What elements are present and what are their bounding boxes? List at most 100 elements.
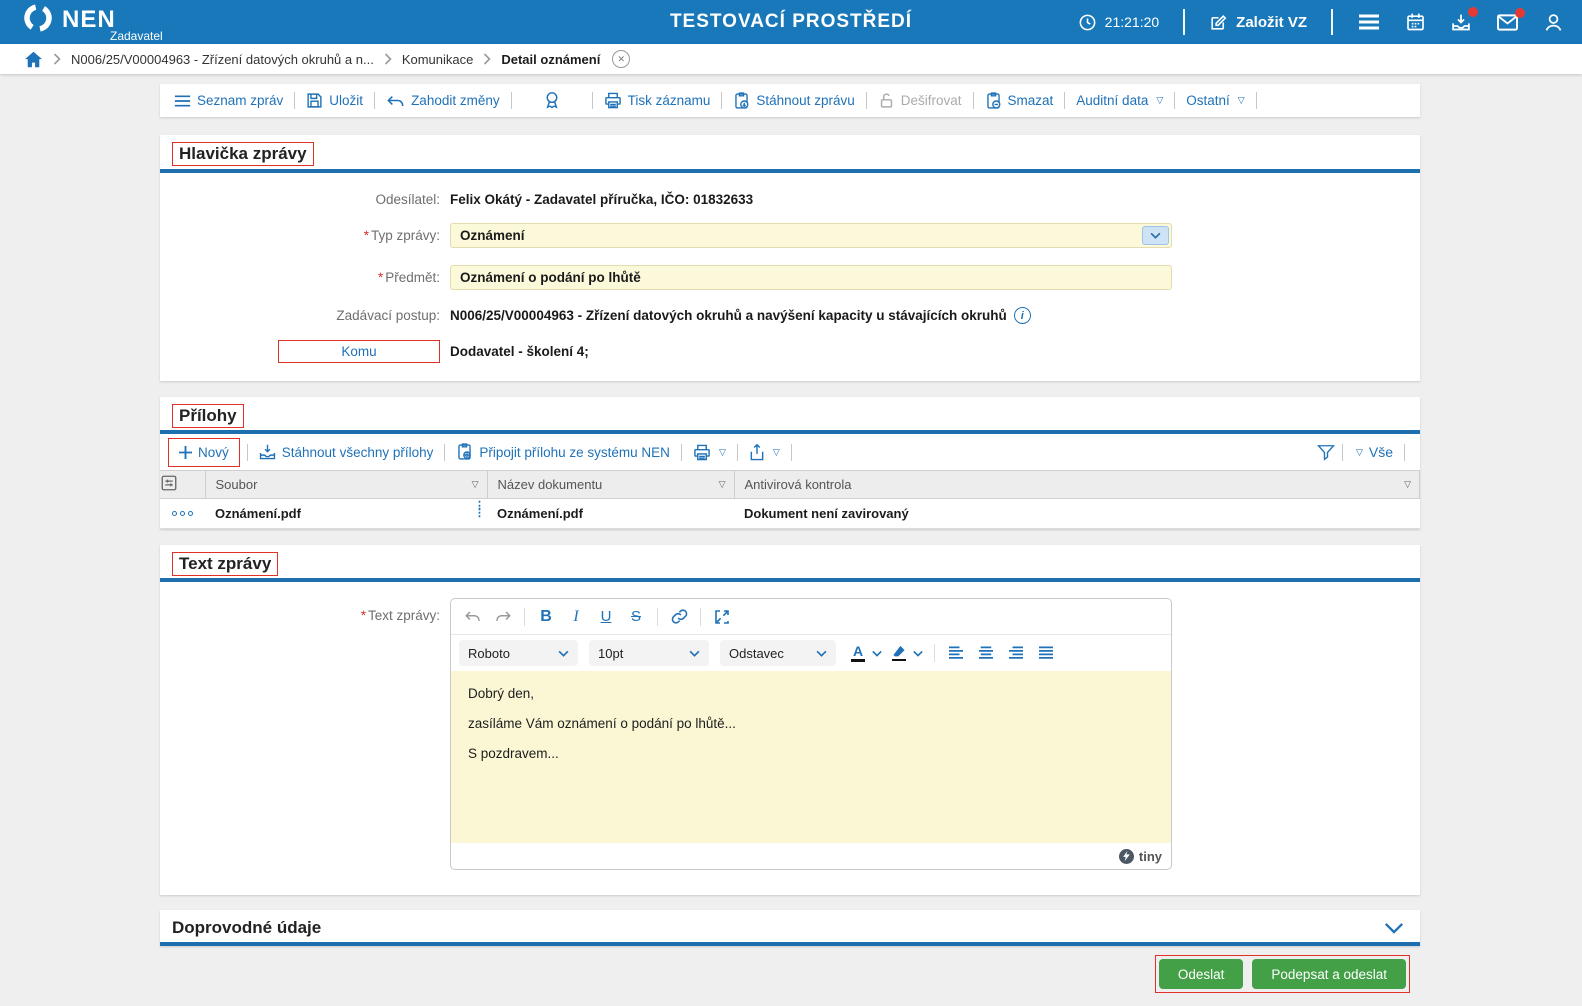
text-color-dropdown[interactable]	[872, 650, 882, 657]
fullscreen-button[interactable]	[708, 603, 736, 631]
sign-and-send-button[interactable]: Podepsat a odeslat	[1252, 959, 1406, 989]
column-filter-icon[interactable]: ▽	[1404, 479, 1411, 490]
toolbar-separator	[294, 92, 296, 109]
editor-separator	[524, 607, 525, 626]
column-filter-icon[interactable]: ▽	[719, 479, 726, 490]
subject-value: Oznámení o podání po lhůtě	[460, 270, 641, 285]
printer-icon	[604, 92, 622, 109]
chevron-down-icon[interactable]	[1384, 922, 1404, 935]
discard-changes-button[interactable]: Zahodit změny	[382, 93, 504, 108]
info-icon[interactable]: i	[1013, 307, 1031, 324]
inbox-button[interactable]	[1450, 6, 1478, 33]
breadcrumb-item-procedure[interactable]: N006/25/V00004963 - Zřízení datových okr…	[71, 52, 374, 67]
column-resize-handle[interactable]: ⋮ ⋮	[474, 501, 485, 519]
nen-logo[interactable]: NEN Zadavatel	[22, 2, 163, 42]
download-icon	[259, 444, 276, 460]
create-vz-button[interactable]: Založit VZ	[1209, 13, 1307, 32]
close-tab-icon[interactable]: ✕	[612, 50, 631, 68]
section-rule	[160, 942, 1420, 946]
export-attachments-button[interactable]: ▽	[745, 443, 784, 461]
dropdown-icon: ▽	[1237, 95, 1245, 105]
chevron-right-icon	[384, 53, 392, 65]
other-menu[interactable]: Ostatní ▽	[1182, 93, 1248, 108]
user-profile-button[interactable]	[1543, 12, 1564, 33]
section-title-text-zpravy: Text zprávy	[172, 552, 279, 576]
highlight-color-bar	[892, 658, 906, 662]
link-button[interactable]	[665, 603, 693, 631]
font-size-select[interactable]: 10pt	[589, 640, 709, 666]
bold-button[interactable]: B	[532, 603, 560, 631]
font-family-select[interactable]: Roboto	[459, 640, 578, 666]
save-button[interactable]: Uložit	[302, 92, 367, 109]
record-toolbar: Seznam zpráv Uložit Zahodit změny Tisk z…	[160, 84, 1420, 117]
document-delete-icon	[985, 91, 1002, 110]
column-header-soubor[interactable]: Soubor ▽	[205, 470, 488, 499]
delete-button[interactable]: Smazat	[981, 91, 1058, 110]
align-right-button[interactable]	[1002, 639, 1030, 667]
underline-button[interactable]: U	[592, 603, 620, 631]
award-ribbon-icon	[543, 91, 561, 110]
breadcrumb-item-komunikace[interactable]: Komunikace	[402, 52, 474, 67]
calendar-button[interactable]	[1405, 12, 1426, 32]
audit-data-menu[interactable]: Auditní data ▽	[1072, 93, 1167, 108]
editor-separator	[934, 644, 935, 662]
column-header-antivir[interactable]: Antivirová kontrola ▽	[734, 470, 1420, 499]
text-color-button[interactable]: A	[847, 640, 869, 666]
download-message-button[interactable]: Stáhnout zprávu	[729, 91, 858, 110]
top-header-bar: NEN Zadavatel TESTOVACÍ PROSTŘEDÍ 21:21:…	[0, 0, 1582, 44]
table-row[interactable]: Oznámení.pdf ⋮ ⋮ Oznámení.pdf Dokument ne…	[160, 498, 1420, 529]
redo-button[interactable]	[489, 603, 517, 631]
filter-icon[interactable]	[1316, 444, 1335, 461]
column-header-nazev[interactable]: Název dokumentu ▽	[487, 470, 735, 499]
filter-all-button[interactable]: ▽ Vše	[1350, 444, 1397, 460]
toolbar-separator	[510, 92, 512, 109]
dropdown-icon: ▽	[1156, 95, 1164, 105]
toolbar-separator	[374, 92, 376, 109]
message-text-section: Text zprávy * Text zprávy: B I U S Robot…	[160, 545, 1420, 895]
block-format-select[interactable]: Odstavec	[720, 640, 836, 666]
align-justify-button[interactable]	[1032, 639, 1060, 667]
subject-input[interactable]: Oznámení o podání po lhůtě	[450, 265, 1172, 290]
column-chooser-header[interactable]	[160, 470, 206, 499]
strikethrough-button[interactable]: S	[622, 603, 650, 631]
highlight-color-dropdown[interactable]	[913, 650, 923, 657]
home-icon[interactable]	[24, 51, 43, 68]
message-type-combobox[interactable]: Oznámení	[450, 223, 1172, 248]
print-attachments-button[interactable]: ▽	[689, 444, 730, 461]
message-text-label: * Text zprávy:	[360, 608, 440, 623]
undo-button[interactable]	[459, 603, 487, 631]
editor-paragraph: Dobrý den,	[468, 686, 535, 701]
to-link[interactable]: Komu	[278, 340, 440, 363]
save-icon	[306, 92, 323, 109]
combobox-dropdown-button[interactable]	[1142, 226, 1169, 245]
section-title-prilohy: Přílohy	[172, 404, 244, 428]
attach-from-nen-button[interactable]: Připojit přílohu ze systému NEN	[452, 443, 674, 461]
print-record-button[interactable]: Tisk záznamu	[600, 92, 715, 109]
highlight-color-button[interactable]	[888, 640, 910, 666]
subject-label: * Předmět:	[377, 270, 440, 285]
messages-button[interactable]	[1496, 7, 1525, 32]
sender-value: Felix Okátý - Zadavatel příručka, IČO: 0…	[450, 192, 754, 207]
toolbar-separator	[1341, 443, 1343, 461]
align-center-button[interactable]	[972, 639, 1000, 667]
undo-icon	[386, 93, 405, 108]
section-title-hlavicka: Hlavička zprávy	[172, 142, 314, 166]
download-all-attachments-button[interactable]: Stáhnout všechny přílohy	[255, 444, 438, 460]
message-list-button[interactable]: Seznam zpráv	[170, 93, 287, 108]
list-icon	[174, 94, 191, 108]
plus-icon	[179, 445, 192, 459]
editor-footer: tiny	[451, 843, 1171, 869]
breadcrumb: N006/25/V00004963 - Zřízení datových okr…	[0, 44, 1582, 74]
text-color-bar	[851, 659, 865, 662]
main-menu-button[interactable]	[1357, 13, 1381, 31]
column-filter-icon[interactable]: ▽	[472, 479, 479, 490]
editor-toolbar-row1: B I U S	[451, 599, 1171, 635]
new-attachment-button[interactable]: Nový	[168, 437, 240, 467]
italic-button[interactable]: I	[562, 603, 590, 631]
editor-content-area[interactable]: Dobrý den, zasíláme Vám oznámení o podán…	[451, 671, 1171, 843]
send-button[interactable]: Odeslat	[1158, 959, 1244, 989]
certificate-button[interactable]	[519, 91, 585, 110]
procedure-label: Zadávací postup:	[336, 308, 440, 323]
align-left-button[interactable]	[942, 639, 970, 667]
row-menu-icon[interactable]	[160, 511, 205, 516]
